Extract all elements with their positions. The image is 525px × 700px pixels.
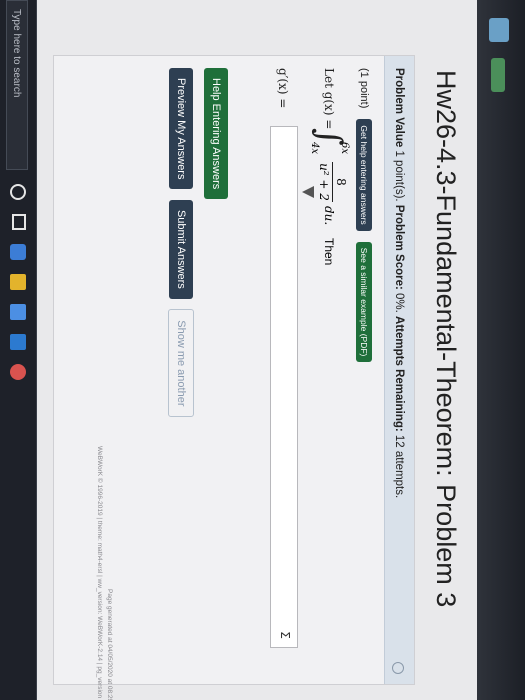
windows-taskbar: Type here to search [0,0,37,700]
webwork-page: Hw26-4.3-Fundamental-Theorem: Problem 3 … [37,0,477,700]
upper-limit: 6x [339,142,350,155]
then-label: Then [322,238,336,266]
equation-editor-icon[interactable]: Σ [277,627,293,643]
browser-chrome [477,0,525,700]
submit-answers-button[interactable]: Submit Answers [169,199,193,299]
problem-value-label: Problem Value [393,68,405,148]
problem-value: 1 point(s). [393,150,405,202]
task-view-icon[interactable] [12,214,26,230]
numerator: 8 [332,162,348,202]
settings-icon[interactable] [392,662,404,674]
problem-score: 0%. [393,293,405,313]
points-label: (1 point) [358,68,371,109]
problem-header-row: (1 point) Get help entering answers See … [356,68,372,363]
show-me-another-button[interactable]: Show me another [168,309,194,418]
store-icon[interactable] [10,304,26,320]
similar-example-link[interactable]: See a similar example (PDF) [356,241,372,363]
tab-indicator-green [491,58,505,92]
cortana-icon[interactable] [10,184,26,200]
taskbar-search-input[interactable]: Type here to search [6,0,28,170]
answer-input[interactable]: Σ [270,126,298,648]
folder-icon[interactable] [10,274,26,290]
page-footer: Page generated at 04/05/2020 at 08:29pm … [94,446,114,700]
integrand-fraction: 8 u² + 2 [317,162,348,202]
chrome-icon[interactable] [10,364,26,380]
denominator: u² + 2 [317,163,331,201]
attempts-label: Attempts Remaining: [393,316,405,432]
footer-copyright: WeBWorK © 1996-2019 | theme: math4-ersl … [96,446,103,700]
attempts-remaining: 12 attempts. [393,434,405,499]
get-help-link[interactable]: Get help entering answers [356,119,372,231]
mouse-cursor-icon [302,186,314,198]
action-buttons: Preview My Answers Submit Answers Show m… [168,68,194,423]
preview-answers-button[interactable]: Preview My Answers [169,68,193,190]
let-label: Let g(x) = [322,68,336,130]
screen: Hw26-4.3-Fundamental-Theorem: Problem 3 … [0,0,525,700]
problem-score-label: Problem Score: [393,204,405,290]
mail-icon[interactable] [10,334,26,350]
gprime-label: g′(x) = [276,68,290,109]
tab-indicator [489,18,509,42]
footer-generated: Page generated at 04/05/2020 at 08:29pm … [106,589,113,700]
problem-info-bar: Problem Value 1 point(s). Problem Score:… [384,56,414,684]
page-title: Hw26-4.3-Fundamental-Theorem: Problem 3 [431,70,461,608]
help-entering-answers-button[interactable]: Help Entering Answers [204,68,228,200]
differential: du. [322,206,336,226]
lower-limit: 4x [309,142,320,155]
problem-panel: Problem Value 1 point(s). Problem Score:… [53,55,415,700]
edge-icon[interactable] [10,244,26,260]
